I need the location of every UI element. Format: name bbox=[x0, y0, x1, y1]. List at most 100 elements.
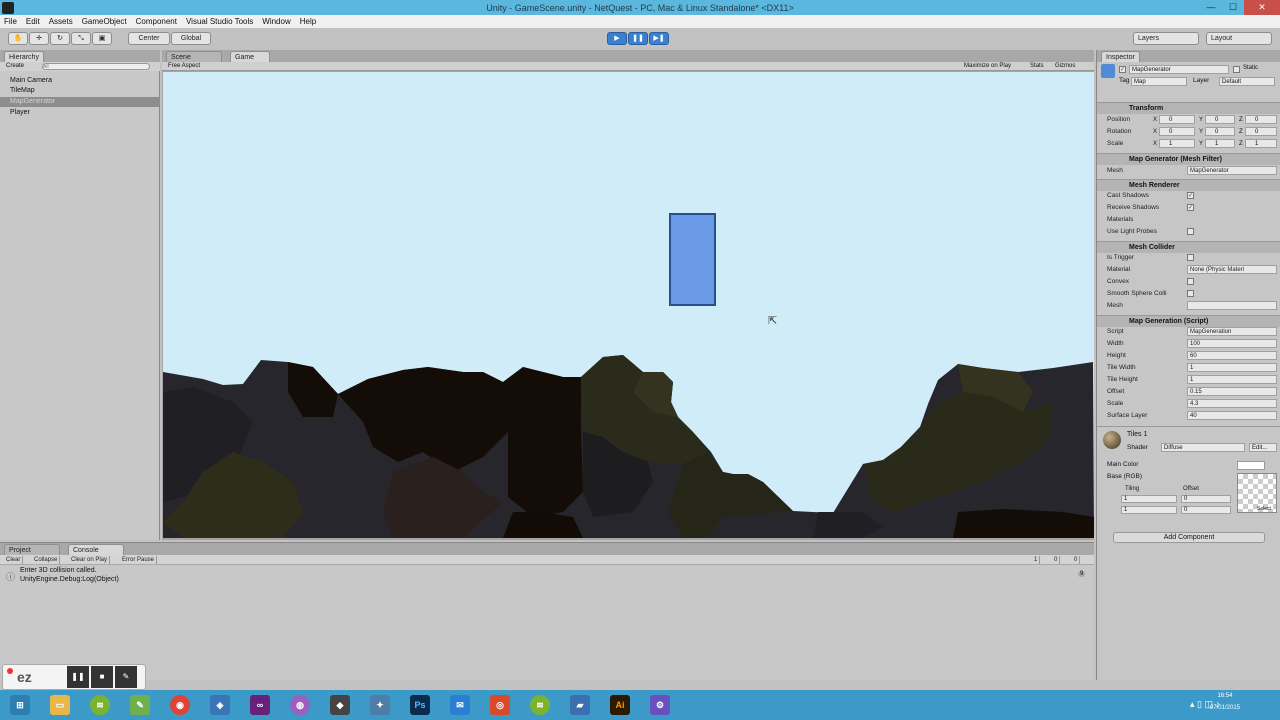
taskbar-chrome[interactable]: ◉ bbox=[160, 690, 200, 720]
light-probes-checkbox[interactable] bbox=[1187, 228, 1194, 235]
tab-game[interactable]: Game bbox=[230, 51, 270, 62]
menu-file[interactable]: File bbox=[4, 17, 17, 26]
layers-dropdown[interactable]: Layers bbox=[1133, 32, 1199, 45]
close-button[interactable]: ✕ bbox=[1244, 0, 1280, 15]
height-field[interactable]: 60 bbox=[1187, 351, 1277, 360]
layer-dropdown[interactable]: Default bbox=[1219, 77, 1275, 86]
collider-material-field[interactable]: None (Physic Materi bbox=[1187, 265, 1277, 274]
menu-component[interactable]: Component bbox=[136, 17, 177, 26]
taskbar-spotify2[interactable]: ≋ bbox=[520, 690, 560, 720]
taskbar-mail[interactable]: ✉ bbox=[440, 690, 480, 720]
menu-help[interactable]: Help bbox=[300, 17, 316, 26]
tab-inspector[interactable]: Inspector bbox=[1101, 51, 1140, 62]
scale-y-field[interactable]: Y1 bbox=[1199, 139, 1235, 148]
pause-record-icon[interactable]: ❚❚ bbox=[67, 666, 89, 688]
tab-scene[interactable]: Scene bbox=[166, 51, 222, 62]
taskbar-photoshop[interactable]: Ps bbox=[400, 690, 440, 720]
scale-x-field[interactable]: X1 bbox=[1153, 139, 1195, 148]
hierarchy-item-tilemap[interactable]: TileMap bbox=[0, 86, 160, 96]
error-count[interactable]: 0 bbox=[1072, 556, 1081, 564]
gen-scale-field[interactable]: 4.3 bbox=[1187, 399, 1277, 408]
game-viewport[interactable]: ⇱ bbox=[163, 72, 1094, 538]
aspect-dropdown[interactable]: Free Aspect bbox=[168, 62, 200, 71]
menu-gameobject[interactable]: GameObject bbox=[82, 17, 127, 26]
warning-count[interactable]: 0 bbox=[1052, 556, 1061, 564]
menu-edit[interactable]: Edit bbox=[26, 17, 40, 26]
tiling-x-field[interactable]: 1 bbox=[1121, 495, 1177, 503]
create-dropdown[interactable]: Create bbox=[6, 62, 24, 71]
taskbar-app5[interactable]: ▰ bbox=[560, 690, 600, 720]
gizmos-toggle[interactable]: Gizmos bbox=[1055, 62, 1075, 71]
taskbar-notepad[interactable]: ✎ bbox=[120, 690, 160, 720]
start-button[interactable]: ⊞ bbox=[0, 690, 40, 720]
clock[interactable]: 16:54 07/01/2015 bbox=[1210, 693, 1240, 711]
play-button-icon[interactable]: ▶ bbox=[607, 32, 627, 45]
draw-record-icon[interactable]: ✎ bbox=[115, 666, 137, 688]
collider-mesh-field[interactable] bbox=[1187, 301, 1277, 310]
tiling-y-field[interactable]: 1 bbox=[1121, 506, 1177, 514]
hierarchy-search-input[interactable] bbox=[42, 63, 150, 70]
width-field[interactable]: 100 bbox=[1187, 339, 1277, 348]
hierarchy-item-mapgenerator[interactable]: MapGenerator bbox=[0, 97, 160, 107]
materials-row[interactable]: Materials bbox=[1097, 214, 1280, 226]
scale-tool-icon[interactable]: ⤡ bbox=[71, 32, 91, 45]
layout-dropdown[interactable]: Layout bbox=[1206, 32, 1272, 45]
taskbar-unity[interactable]: ◆ bbox=[320, 690, 360, 720]
tile-width-field[interactable]: 1 bbox=[1187, 363, 1277, 372]
taskbar-visual-studio[interactable]: ∞ bbox=[240, 690, 280, 720]
position-x-field[interactable]: X0 bbox=[1153, 115, 1195, 124]
is-trigger-checkbox[interactable] bbox=[1187, 254, 1194, 261]
hierarchy-item-main-camera[interactable]: Main Camera bbox=[0, 76, 160, 86]
receive-shadows-checkbox[interactable]: ✓ bbox=[1187, 204, 1194, 211]
position-z-field[interactable]: Z0 bbox=[1239, 115, 1277, 124]
hand-tool-icon[interactable]: ✋ bbox=[8, 32, 28, 45]
taskbar-spotify[interactable]: ≋ bbox=[80, 690, 120, 720]
tab-hierarchy[interactable]: Hierarchy bbox=[4, 51, 44, 62]
hierarchy-item-player[interactable]: Player bbox=[0, 108, 160, 118]
rotate-tool-icon[interactable]: ↻ bbox=[50, 32, 70, 45]
minimize-button[interactable]: — bbox=[1200, 0, 1222, 15]
offset-x-field[interactable]: 0 bbox=[1181, 495, 1231, 503]
pause-button-icon[interactable]: ❚❚ bbox=[628, 32, 648, 45]
tab-project[interactable]: Project bbox=[4, 544, 60, 555]
select-texture-button[interactable]: Select bbox=[1257, 506, 1271, 512]
taskbar-app2[interactable]: ◍ bbox=[280, 690, 320, 720]
collapse-button[interactable]: Collapse bbox=[32, 556, 61, 564]
maximize-on-play-toggle[interactable]: Maximize on Play bbox=[964, 62, 1011, 71]
position-y-field[interactable]: Y0 bbox=[1199, 115, 1235, 124]
pivot-toggle[interactable]: Center bbox=[128, 32, 170, 45]
menu-vs-tools[interactable]: Visual Studio Tools bbox=[186, 17, 253, 26]
menu-assets[interactable]: Assets bbox=[49, 17, 73, 26]
taskbar-app1[interactable]: ◈ bbox=[200, 690, 240, 720]
rotation-x-field[interactable]: X0 bbox=[1153, 127, 1195, 136]
edit-shader-button[interactable]: Edit... bbox=[1249, 443, 1277, 452]
transform-header[interactable]: Transform bbox=[1097, 102, 1280, 114]
clear-button[interactable]: Clear bbox=[4, 556, 24, 564]
rotation-y-field[interactable]: Y0 bbox=[1199, 127, 1235, 136]
taskbar-app3[interactable]: ✦ bbox=[360, 690, 400, 720]
offset-field[interactable]: 0.15 bbox=[1187, 387, 1277, 396]
taskbar-illustrator[interactable]: Ai bbox=[600, 690, 640, 720]
add-component-button[interactable]: Add Component bbox=[1113, 532, 1265, 543]
script-field[interactable]: MapGeneration bbox=[1187, 327, 1277, 336]
main-color-swatch[interactable] bbox=[1237, 461, 1265, 470]
taskbar-app4[interactable]: ◎ bbox=[480, 690, 520, 720]
taskbar-settings[interactable]: ⚙ bbox=[640, 690, 680, 720]
taskbar-explorer[interactable]: ▭ bbox=[40, 690, 80, 720]
console-log-entry[interactable]: ⓘ Enter 3D collision called. UnityEngine… bbox=[0, 567, 1094, 589]
rect-tool-icon[interactable]: ▣ bbox=[92, 32, 112, 45]
mesh-filter-header[interactable]: Map Generator (Mesh Filter) bbox=[1097, 153, 1280, 165]
active-checkbox[interactable]: ✓ bbox=[1119, 66, 1126, 73]
smooth-sphere-checkbox[interactable] bbox=[1187, 290, 1194, 297]
tab-console[interactable]: Console bbox=[68, 544, 124, 555]
move-tool-icon[interactable]: ✛ bbox=[29, 32, 49, 45]
menu-window[interactable]: Window bbox=[262, 17, 290, 26]
stats-toggle[interactable]: Stats bbox=[1030, 62, 1044, 71]
tile-height-field[interactable]: 1 bbox=[1187, 375, 1277, 384]
tag-dropdown[interactable]: Map bbox=[1131, 77, 1187, 86]
stop-record-icon[interactable]: ■ bbox=[91, 666, 113, 688]
info-count[interactable]: 1 bbox=[1032, 556, 1041, 564]
maximize-button[interactable]: ☐ bbox=[1222, 0, 1244, 15]
rotation-z-field[interactable]: Z0 bbox=[1239, 127, 1277, 136]
cast-shadows-checkbox[interactable]: ✓ bbox=[1187, 192, 1194, 199]
